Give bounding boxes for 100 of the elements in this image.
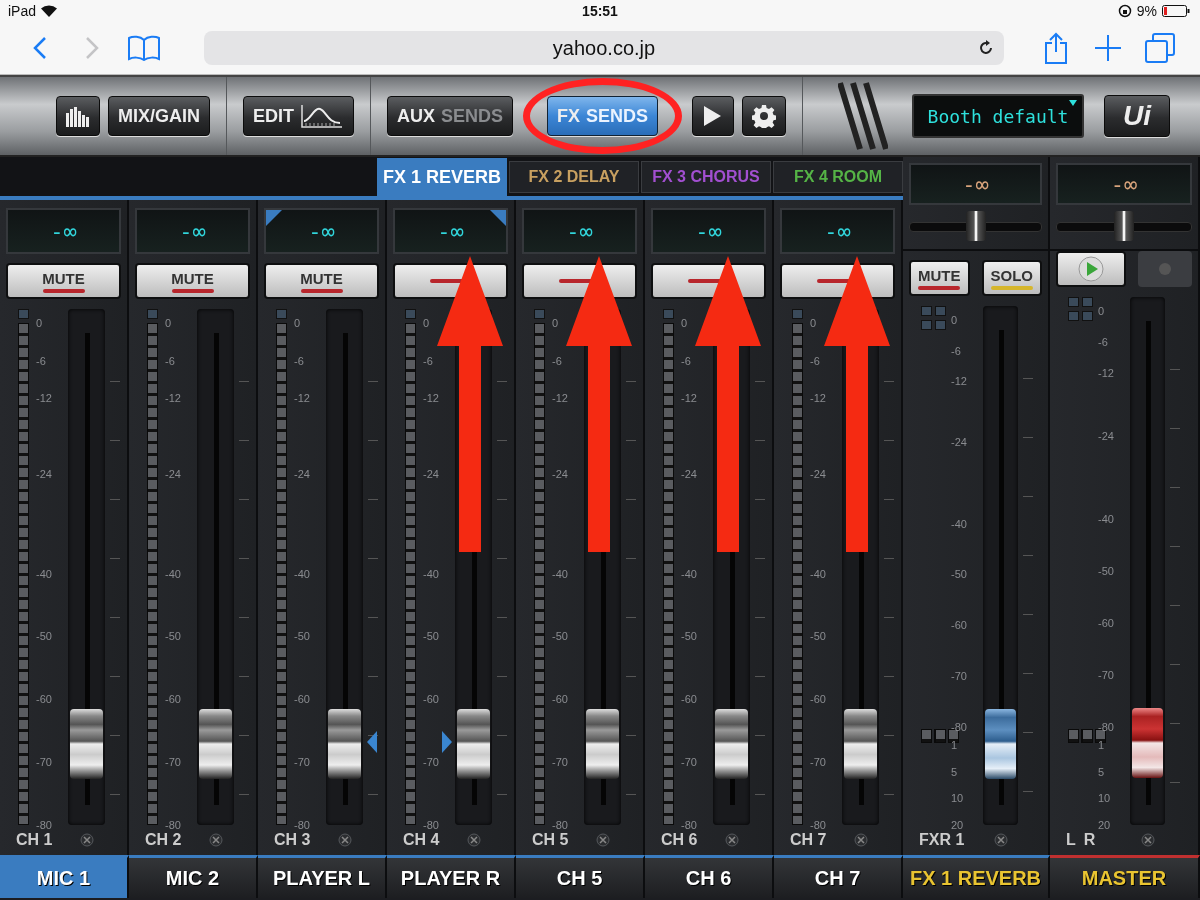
preset-display[interactable]: Booth default — [912, 94, 1084, 138]
clip-led — [147, 309, 158, 319]
scale-label: -6 — [294, 354, 304, 367]
scale-label: 5 — [1098, 765, 1105, 778]
screw-icon — [725, 833, 739, 847]
channel-label: CH 6 — [661, 831, 698, 849]
channel-name-tab[interactable]: PLAYER R — [387, 855, 516, 898]
mute-button[interactable]: MUTE — [909, 260, 970, 296]
channel-name-tab[interactable]: MIC 1 — [0, 855, 129, 898]
fader-handle[interactable] — [715, 708, 748, 779]
channel-name-tab[interactable]: CH 5 — [516, 855, 645, 898]
scale-label: -40 — [165, 568, 181, 580]
meters-button[interactable] — [56, 96, 100, 136]
play-icon — [702, 105, 723, 127]
scale-label: -40 — [951, 517, 967, 530]
pan-slider[interactable] — [909, 211, 1042, 241]
fader-handle[interactable] — [457, 708, 490, 779]
fader-handle[interactable] — [586, 708, 619, 779]
scale-label: -12 — [951, 375, 967, 388]
sends-button[interactable]: AUX SENDS — [387, 96, 514, 136]
channel-name-tab[interactable]: CH 6 — [645, 855, 774, 898]
play-button[interactable] — [692, 96, 735, 136]
channel-name-tab[interactable]: MIC 2 — [129, 855, 258, 898]
clip-led — [935, 306, 946, 316]
scale-label: 20 — [951, 819, 964, 831]
clip-led — [663, 309, 674, 319]
channel-label: CH 5 — [532, 831, 569, 849]
clip-led — [534, 309, 545, 319]
scale-label: -12 — [294, 392, 310, 405]
channel-name-tab[interactable]: PLAYER L — [258, 855, 387, 898]
scale-label: -24 — [423, 467, 439, 480]
screw-icon — [1141, 833, 1155, 847]
signal-led — [1082, 311, 1093, 321]
scale-label: -40 — [423, 568, 439, 580]
mute-button[interactable]: MUTE — [264, 263, 379, 299]
channel-name-tab[interactable]: MASTER — [1050, 855, 1200, 898]
share-icon[interactable] — [1044, 32, 1068, 64]
clip-led — [1082, 297, 1093, 307]
channel-label: CH 3 — [274, 831, 311, 849]
plus-icon[interactable] — [1095, 35, 1121, 61]
level-meter — [1068, 729, 1079, 743]
fader-handle[interactable] — [199, 708, 232, 779]
reload-icon[interactable] — [978, 40, 994, 56]
level-meter — [948, 729, 959, 743]
signal-led — [1068, 311, 1079, 321]
scale-label: -80 — [423, 819, 439, 831]
scale-label: -6 — [423, 354, 433, 367]
play-icon — [1078, 256, 1104, 282]
scale-label: -80 — [36, 819, 52, 831]
fader-handle[interactable] — [328, 708, 361, 779]
screw-icon — [80, 833, 94, 847]
scale-label: 1 — [951, 739, 958, 751]
scale-label: -60 — [951, 618, 967, 631]
screw-icon — [596, 833, 610, 847]
address-field[interactable]: yahoo.co.jp — [204, 31, 1004, 65]
scale-label: 0 — [36, 317, 43, 329]
fx-tab[interactable]: FX 2 DELAY — [509, 161, 639, 193]
fx-tab[interactable]: FX 4 ROOM — [773, 161, 903, 193]
solo-button[interactable]: SOLO — [981, 260, 1042, 296]
bookmarks-icon[interactable] — [128, 35, 160, 61]
logo-button[interactable]: Ui — [1104, 95, 1170, 137]
signal-led — [935, 320, 946, 330]
fader-handle[interactable] — [70, 708, 103, 779]
tabs-icon[interactable] — [1145, 33, 1175, 63]
scale-label: 1 — [1098, 739, 1105, 751]
eq-curve-icon — [300, 103, 345, 129]
scale-label: 5 — [951, 765, 958, 778]
scale-label: -80 — [165, 819, 181, 831]
scale-label: -70 — [423, 755, 439, 768]
fx-tab[interactable]: FX 1 REVERB — [377, 158, 507, 196]
scale-label: -24 — [1098, 429, 1114, 442]
mute-button[interactable]: MUTE — [135, 263, 250, 299]
scale-label: -50 — [165, 630, 181, 643]
screw-icon — [209, 833, 223, 847]
back-icon[interactable] — [33, 36, 47, 60]
fader-handle[interactable] — [844, 708, 877, 779]
level-meter — [935, 729, 946, 743]
scale-label: -24 — [810, 467, 826, 480]
signal-led — [921, 320, 932, 330]
mix-gain-button[interactable]: MIX/GAIN — [108, 96, 210, 136]
scale-label: -80 — [951, 721, 967, 733]
scale-label: -50 — [951, 567, 967, 580]
scale-label: -70 — [552, 755, 568, 768]
fader-handle[interactable] — [1132, 707, 1163, 778]
scale-label: -6 — [165, 354, 175, 367]
clip-led — [792, 309, 803, 319]
scale-label: -24 — [951, 436, 967, 449]
settings-button[interactable] — [742, 96, 787, 136]
scale-label: -50 — [36, 630, 52, 643]
balance-slider[interactable] — [1056, 211, 1192, 241]
fader-handle[interactable] — [985, 708, 1016, 779]
scale-label: -6 — [36, 354, 46, 367]
scale-label: -70 — [810, 755, 826, 768]
edit-button[interactable]: EDIT — [243, 96, 355, 136]
screw-icon — [467, 833, 481, 847]
mute-button[interactable]: MUTE — [6, 263, 121, 299]
channel-name-tab[interactable]: CH 7 — [774, 855, 903, 898]
scale-label: 0 — [423, 317, 430, 329]
channel-name-tab[interactable]: FX 1 REVERB — [903, 855, 1050, 898]
play-button[interactable] — [1056, 251, 1126, 287]
